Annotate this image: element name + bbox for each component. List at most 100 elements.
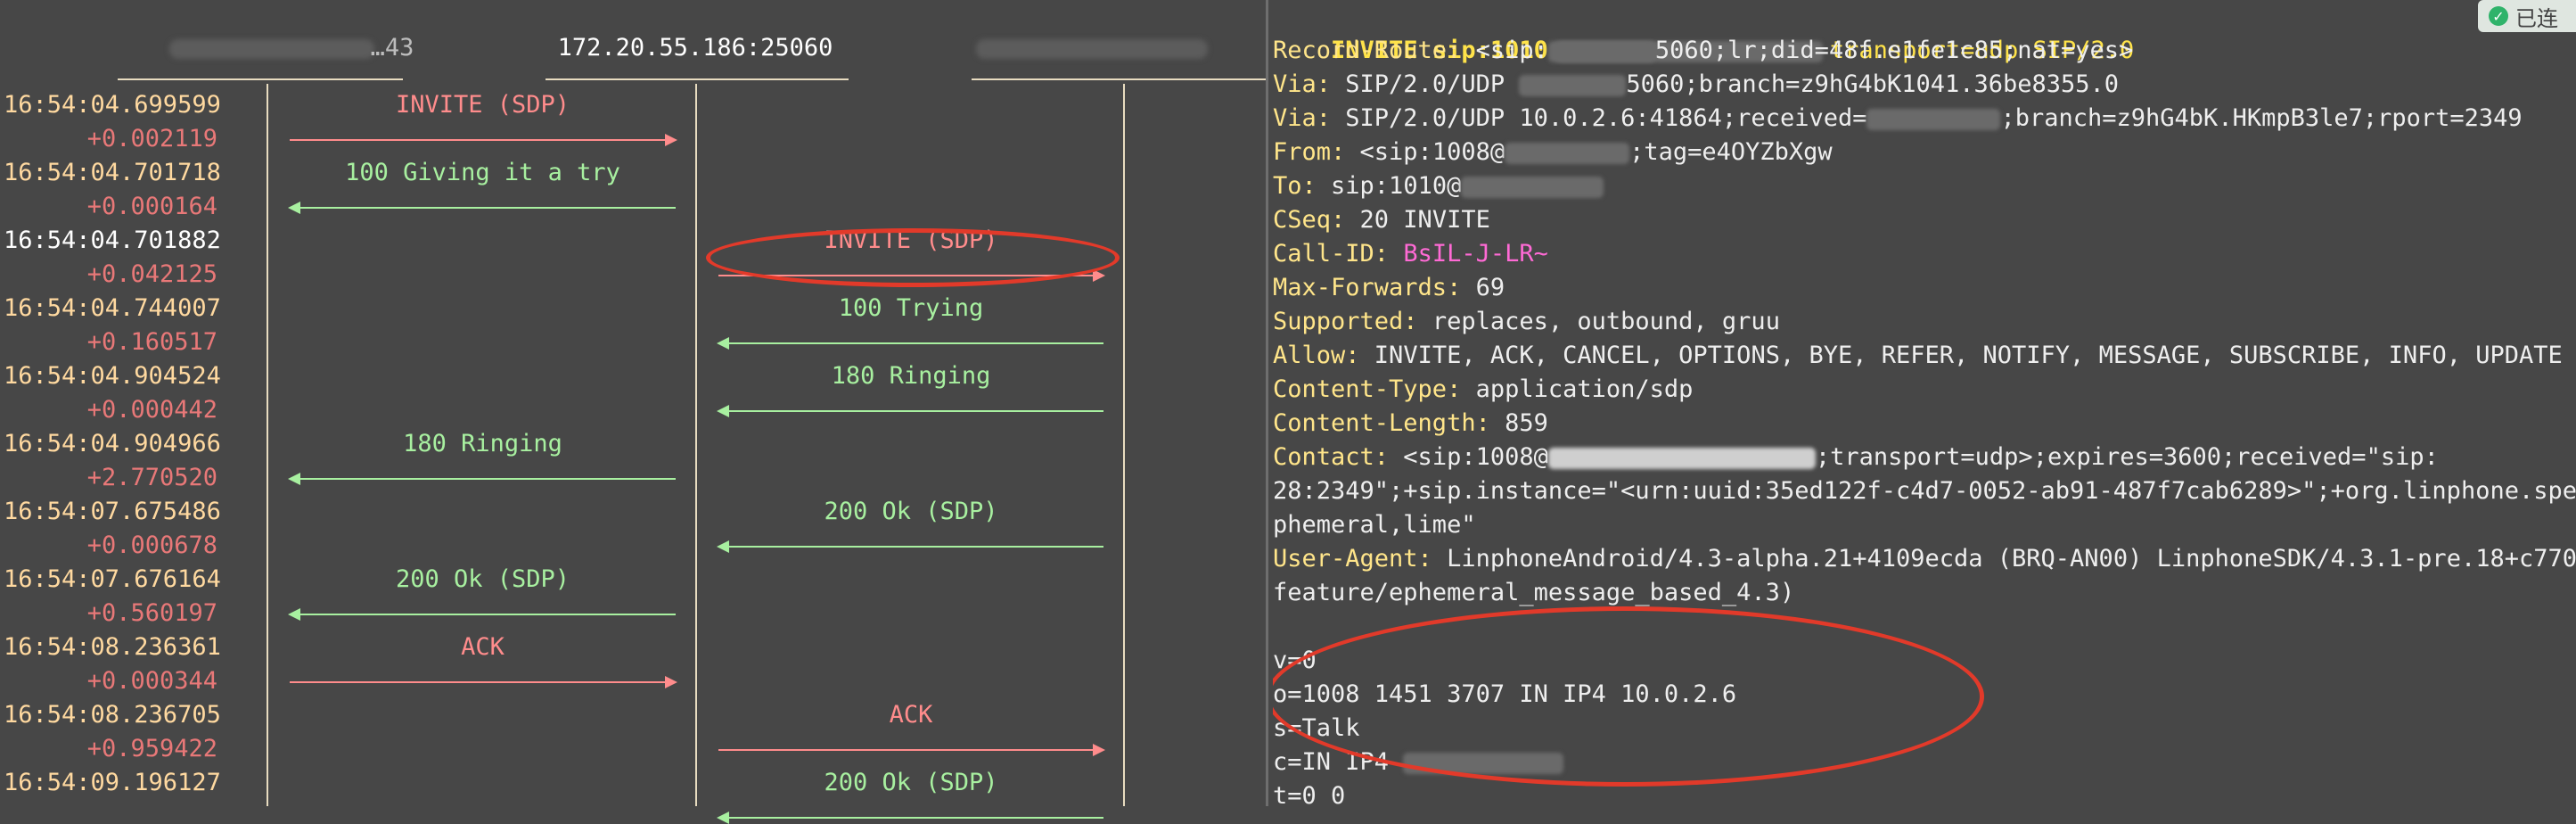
sip-header-line: CSeq: 20 INVITE xyxy=(1273,203,1490,237)
sip-header-name: Allow: xyxy=(1273,342,1360,369)
message-label[interactable]: ACK xyxy=(461,633,505,662)
message-arrow-left[interactable] xyxy=(288,202,676,214)
timestamp: 16:54:08.236361 xyxy=(4,633,221,661)
time-delta: +2.770520 xyxy=(86,464,217,491)
time-delta: +0.000678 xyxy=(86,531,217,559)
message-label[interactable]: ACK xyxy=(890,701,933,729)
user-agent-value: LinphoneAndroid/4.3-alpha.21+4109ecda (B… xyxy=(1432,545,2576,573)
sip-flow-ladder: …43 172.20.55.186:25060 16:54:04.699599 +… xyxy=(0,0,1266,824)
message-arrow-left[interactable] xyxy=(288,473,676,485)
sdp-t: t=0 0 xyxy=(1273,779,1345,806)
pane-divider[interactable] xyxy=(1266,0,1268,806)
sip-header-line: Supported: replaces, outbound, gruu xyxy=(1273,305,1780,339)
timestamp: 16:54:07.676164 xyxy=(4,565,221,593)
sdp-s-text: s=Talk xyxy=(1273,714,1360,742)
sip-header-value: 859 xyxy=(1489,409,1548,437)
connected-badge-label: 已连 xyxy=(2515,5,2558,31)
time-delta: +0.000442 xyxy=(86,396,217,424)
message-label[interactable]: 100 Giving it a try xyxy=(345,159,620,187)
sip-header-line: Allow: INVITE, ACK, CANCEL, OPTIONS, BYE… xyxy=(1273,339,2563,373)
time-delta: +0.560197 xyxy=(86,599,217,627)
check-icon: ✓ xyxy=(2489,6,2508,26)
host-0-label: …43 xyxy=(370,34,414,62)
sip-header-line: Via: SIP/2.0/UDP 5060;branch=z9hG4bK1041… xyxy=(1273,68,2119,102)
message-label[interactable]: 200 Ok (SDP) xyxy=(396,565,570,594)
sip-header-value: replaces, outbound, gruu xyxy=(1417,308,1780,335)
sip-header-name: From: xyxy=(1273,138,1346,166)
sip-header-value: <sip: xyxy=(1461,37,1548,64)
sip-header-value-tail: 5060;lr;did=48f.e1fe1c85;nat=yes> xyxy=(1654,37,2134,64)
sip-header-line: Call-ID: BsIL-J-LR~ xyxy=(1273,237,1548,271)
redacted-address xyxy=(1547,40,1655,62)
user-agent-header: User-Agent: LinphoneAndroid/4.3-alpha.21… xyxy=(1273,542,2576,576)
redacted-sdp-ip xyxy=(1403,752,1564,774)
timestamp: 16:54:04.699599 xyxy=(4,91,221,119)
host-1-rule xyxy=(546,78,849,80)
message-arrow-left[interactable] xyxy=(717,405,1103,417)
message-label[interactable]: INVITE (SDP) xyxy=(824,227,997,255)
sip-header-value: application/sdp xyxy=(1461,375,1694,403)
message-label[interactable]: 180 Ringing xyxy=(403,430,562,458)
message-arrow-left[interactable] xyxy=(717,812,1103,824)
message-label[interactable]: 100 Trying xyxy=(839,294,984,323)
timestamp: 16:54:04.701718 xyxy=(4,159,221,186)
message-arrow-left[interactable] xyxy=(717,540,1103,553)
message-arrow-right[interactable] xyxy=(290,676,677,688)
sip-header-line: Via: SIP/2.0/UDP 10.0.2.6:41864;received… xyxy=(1273,102,2523,136)
lifeline-0 xyxy=(267,84,268,806)
sip-header-value: <sip:1008@ xyxy=(1345,138,1505,166)
sip-header-name: Via: xyxy=(1273,70,1332,98)
sdp-t-text: t=0 0 xyxy=(1273,782,1346,806)
sip-header-value: INVITE, ACK, CANCEL, OPTIONS, BYE, REFER… xyxy=(1359,342,2563,369)
sip-header-line: Record-Route: <sip: 5060;lr;did=48f.e1fe1… xyxy=(1273,34,2133,68)
sdp-s: s=Talk xyxy=(1273,712,1360,746)
sip-header-line: Content-Length: 859 xyxy=(1273,407,1548,441)
sip-header-name: Supported: xyxy=(1273,308,1418,335)
user-agent-continuation: feature/ephemeral_message_based_4.3) xyxy=(1273,576,1794,610)
sip-header-value: <sip:1008@ xyxy=(1389,443,1548,471)
sip-header-value: 20 INVITE xyxy=(1345,206,1490,234)
host-0-rule xyxy=(118,78,403,80)
message-label[interactable]: 200 Ok (SDP) xyxy=(824,769,997,797)
time-delta: +0.002119 xyxy=(86,125,217,152)
sip-header-name: Via: xyxy=(1273,104,1332,132)
host-2-rule xyxy=(972,78,1266,80)
timestamp: 16:54:07.675486 xyxy=(4,498,221,525)
sip-header-value-tail: 5060;branch=z9hG4bK1041.36be8355.0 xyxy=(1626,70,2120,98)
sdp-o: o=1008 1451 3707 IN IP4 10.0.2.6 xyxy=(1273,678,1736,712)
sip-header-value: SIP/2.0/UDP xyxy=(1331,70,1520,98)
message-label[interactable]: 200 Ok (SDP) xyxy=(824,498,997,526)
message-arrow-right[interactable] xyxy=(718,744,1105,756)
message-arrow-right[interactable] xyxy=(290,134,677,146)
sip-header-name: Call-ID: xyxy=(1273,240,1390,268)
sip-header-line: Content-Type: application/sdp xyxy=(1273,373,1693,407)
host-2-redacted xyxy=(976,39,1208,59)
sip-header-name: Contact: xyxy=(1273,443,1390,471)
contact-continuation-1: 28:2349";+sip.instance="<urn:uuid:35ed12… xyxy=(1273,474,2576,508)
sip-header-name: CSeq: xyxy=(1273,206,1346,234)
sip-header-line: Max-Forwards: 69 xyxy=(1273,271,1505,305)
lifeline-1 xyxy=(695,84,697,806)
sip-header-value-tail: ;tag=e4OYZbXgw xyxy=(1629,138,1833,166)
sdp-o-text: o=1008 1451 3707 IN IP4 10.0.2.6 xyxy=(1273,680,1737,708)
sip-header-name: Max-Forwards: xyxy=(1273,274,1462,301)
sip-message-pane: INVITE sip:1010 transport=udp SIP/2.0 Rec… xyxy=(1273,0,2576,806)
lifeline-2 xyxy=(1123,84,1125,806)
connected-badge[interactable]: ✓ 已连 xyxy=(2478,0,2576,32)
message-arrow-left[interactable] xyxy=(288,608,676,621)
sip-header-value: 69 xyxy=(1461,274,1505,301)
contact-continuation-2-text: phemeral,lime" xyxy=(1273,511,1476,539)
message-label[interactable]: INVITE (SDP) xyxy=(396,91,570,119)
timestamp: 16:54:09.196127 xyxy=(4,769,221,796)
sip-header-name: Content-Type: xyxy=(1273,375,1462,403)
time-delta: +0.000164 xyxy=(86,193,217,220)
redacted-address xyxy=(1505,142,1630,164)
contact-continuation-2: phemeral,lime" xyxy=(1273,508,1476,542)
message-label[interactable]: 180 Ringing xyxy=(832,362,991,391)
sip-header-line: From: <sip:1008@ ;tag=e4OYZbXgw xyxy=(1273,136,1833,169)
message-arrow-left[interactable] xyxy=(717,337,1103,350)
sip-header-name: Content-Length: xyxy=(1273,409,1490,437)
contact-continuation-1-text: 28:2349";+sip.instance="<urn:uuid:35ed12… xyxy=(1273,477,2576,505)
time-delta: +0.042125 xyxy=(86,260,217,288)
message-arrow-right[interactable] xyxy=(718,269,1105,282)
